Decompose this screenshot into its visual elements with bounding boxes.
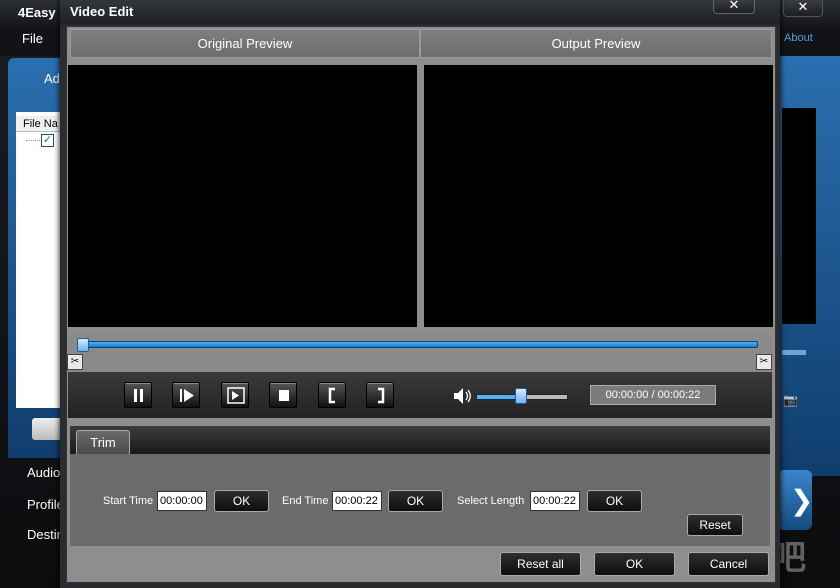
menu-about[interactable]: About bbox=[784, 32, 813, 44]
tab-strip bbox=[70, 426, 770, 454]
original-preview-screen bbox=[68, 65, 417, 327]
trim-start-marker-icon[interactable]: ✂ bbox=[67, 354, 83, 370]
trim-reset-button[interactable]: Reset bbox=[687, 514, 743, 536]
next-frame-icon bbox=[222, 383, 250, 409]
seek-area bbox=[68, 333, 772, 373]
end-time-ok-button[interactable]: OK bbox=[388, 490, 443, 512]
background-profile-label: Profile bbox=[27, 497, 64, 512]
next-frame-button[interactable] bbox=[221, 382, 249, 408]
set-start-button[interactable] bbox=[318, 382, 346, 408]
play-button[interactable] bbox=[172, 382, 200, 408]
pause-icon bbox=[125, 383, 153, 409]
select-length-ok-button[interactable]: OK bbox=[587, 490, 642, 512]
tree-connector bbox=[26, 140, 40, 141]
end-time-label: End Time bbox=[282, 495, 328, 507]
trim-end-marker-icon[interactable]: ✂ bbox=[756, 354, 772, 370]
background-preview-screen bbox=[782, 108, 816, 324]
set-end-button[interactable] bbox=[366, 382, 394, 408]
ok-button[interactable]: OK bbox=[594, 552, 675, 576]
bracket-left-icon bbox=[319, 383, 347, 409]
file-list-header: File Na bbox=[16, 116, 66, 132]
dialog-title: Video Edit bbox=[70, 4, 133, 19]
camera-icon[interactable]: 📷 bbox=[783, 393, 798, 407]
background-close-button[interactable]: ✕ bbox=[783, 0, 823, 17]
tab-trim[interactable]: Trim bbox=[76, 430, 130, 455]
seek-slider-track[interactable] bbox=[78, 341, 758, 348]
background-add-button[interactable]: Ad bbox=[44, 71, 60, 86]
output-preview-screen bbox=[424, 65, 773, 327]
reset-all-button[interactable]: Reset all bbox=[500, 552, 581, 576]
bracket-right-icon bbox=[367, 383, 395, 409]
background-destination-label: Destin bbox=[27, 527, 64, 542]
select-length-input[interactable]: 00:00:22 bbox=[530, 491, 580, 511]
volume-icon[interactable] bbox=[453, 387, 473, 405]
chevron-right-icon: ❯ bbox=[790, 484, 813, 517]
background-seek-bar bbox=[782, 350, 806, 355]
stop-button[interactable] bbox=[269, 382, 297, 408]
original-preview-header: Original Preview bbox=[70, 29, 420, 58]
output-preview-header: Output Preview bbox=[420, 29, 772, 58]
stop-icon bbox=[270, 383, 298, 409]
background-audio-label: Audio bbox=[27, 465, 60, 480]
background-file-list bbox=[16, 112, 66, 408]
start-time-label: Start Time bbox=[103, 495, 153, 507]
start-time-ok-button[interactable]: OK bbox=[214, 490, 269, 512]
select-length-label: Select Length bbox=[457, 495, 524, 507]
dialog-close-button[interactable]: ✕ bbox=[713, 0, 755, 14]
menu-file[interactable]: File bbox=[22, 31, 43, 46]
pause-button[interactable] bbox=[124, 382, 152, 408]
background-app-title: 4Easy bbox=[18, 5, 56, 20]
start-time-input[interactable]: 00:00:00 bbox=[157, 491, 207, 511]
seek-slider-thumb[interactable] bbox=[77, 338, 89, 352]
cancel-button[interactable]: Cancel bbox=[688, 552, 769, 576]
play-icon bbox=[173, 383, 201, 409]
end-time-input[interactable]: 00:00:22 bbox=[332, 491, 382, 511]
file-row-checkbox[interactable]: ✓ bbox=[41, 134, 54, 147]
time-display: 00:00:00 / 00:00:22 bbox=[590, 385, 716, 405]
volume-slider-thumb[interactable] bbox=[515, 388, 527, 404]
